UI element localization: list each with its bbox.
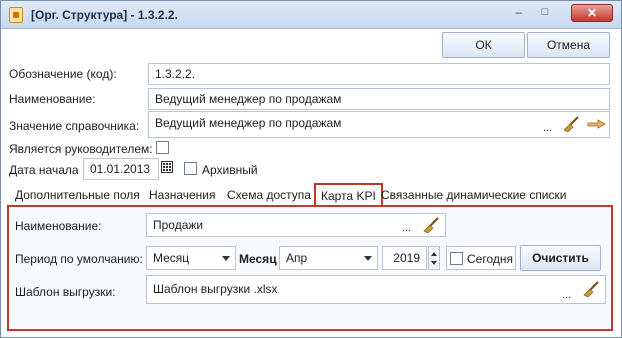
start-date-field[interactable]: 01.01.2013	[83, 158, 159, 180]
tab-kpi-map[interactable]: Карта KPI	[314, 183, 383, 206]
org-structure-icon	[9, 7, 23, 23]
chevron-down-icon	[364, 256, 372, 261]
tab-strip: Дополнительные поля Назначения Схема дос…	[7, 183, 613, 206]
tab-additional-fields[interactable]: Дополнительные поля	[15, 188, 140, 202]
year-spinner[interactable]	[428, 246, 440, 270]
period-value: Месяц	[153, 251, 190, 265]
ref-value-field[interactable]: Ведущий менеджер по продажам	[148, 111, 610, 138]
template-field[interactable]: Шаблон выгрузки .xlsx	[146, 275, 606, 304]
maximize-button[interactable]: □	[535, 5, 555, 21]
tab-assignments[interactable]: Назначения	[149, 188, 216, 202]
code-field[interactable]: 1.3.2.2.	[148, 63, 610, 85]
period-select[interactable]: Месяц	[146, 246, 236, 270]
ref-value-text: Ведущий менеджер по продажам	[155, 116, 342, 130]
code-label: Обозначение (код):	[9, 67, 117, 81]
tab-linked-dynamic-lists[interactable]: Связанные динамические списки	[381, 188, 566, 202]
template-label: Шаблон выгрузки:	[15, 285, 116, 299]
today-checkbox[interactable]	[450, 252, 463, 265]
kpi-clear-broom-icon[interactable]	[422, 216, 440, 234]
period-label: Период по умолчанию:	[15, 252, 143, 266]
ref-select-dots[interactable]: ...	[543, 122, 552, 134]
month-value: Апр	[286, 251, 308, 265]
start-date-label: Дата начала	[9, 163, 79, 177]
month-label: Месяц	[239, 252, 277, 266]
template-select-dots[interactable]: ...	[562, 289, 571, 301]
kpi-select-dots[interactable]: ...	[402, 222, 411, 234]
year-field[interactable]: 2019	[382, 246, 427, 270]
cancel-button[interactable]: Отмена	[527, 32, 610, 58]
ref-value-label: Значение справочника:	[9, 119, 140, 133]
clear-broom-icon[interactable]	[562, 115, 580, 133]
close-button[interactable]: ✕	[571, 4, 613, 22]
template-clear-broom-icon[interactable]	[582, 280, 600, 298]
kpi-name-label: Наименование:	[15, 219, 102, 233]
title-bar[interactable]: [Орг. Структура] - 1.3.2.2. – □ ✕	[1, 1, 621, 29]
month-select[interactable]: Апр	[279, 246, 378, 270]
name-label: Наименование:	[9, 92, 96, 106]
template-text: Шаблон выгрузки .xlsx	[153, 282, 278, 296]
pointer-hand-icon[interactable]	[587, 117, 607, 131]
is-head-label: Является руководителем:	[9, 142, 153, 156]
dialog-window: [Орг. Структура] - 1.3.2.2. – □ ✕ ОК Отм…	[0, 0, 622, 338]
kpi-name-field[interactable]: Продажи	[146, 213, 446, 237]
kpi-name-text: Продажи	[153, 218, 204, 232]
archive-label: Архивный	[202, 163, 258, 177]
chevron-down-icon	[222, 256, 230, 261]
ok-button[interactable]: ОК	[442, 32, 525, 58]
calendar-icon[interactable]	[161, 161, 173, 173]
name-field[interactable]: Ведущий менеджер по продажам	[148, 88, 610, 110]
is-head-checkbox[interactable]	[156, 141, 169, 154]
clear-button[interactable]: Очистить	[520, 245, 601, 271]
today-label: Сегодня	[467, 252, 513, 266]
minimize-button[interactable]: –	[509, 5, 529, 21]
archive-checkbox[interactable]	[184, 162, 197, 175]
year-value: 2019	[393, 251, 420, 265]
spin-up-icon[interactable]	[431, 252, 437, 256]
tab-access-scheme[interactable]: Схема доступа	[227, 188, 311, 202]
spin-down-icon[interactable]	[431, 261, 437, 265]
window-title: [Орг. Структура] - 1.3.2.2.	[31, 8, 178, 22]
today-box[interactable]: Сегодня	[446, 246, 516, 270]
kpi-panel: Наименование: Продажи ... Период по умол…	[7, 205, 613, 331]
